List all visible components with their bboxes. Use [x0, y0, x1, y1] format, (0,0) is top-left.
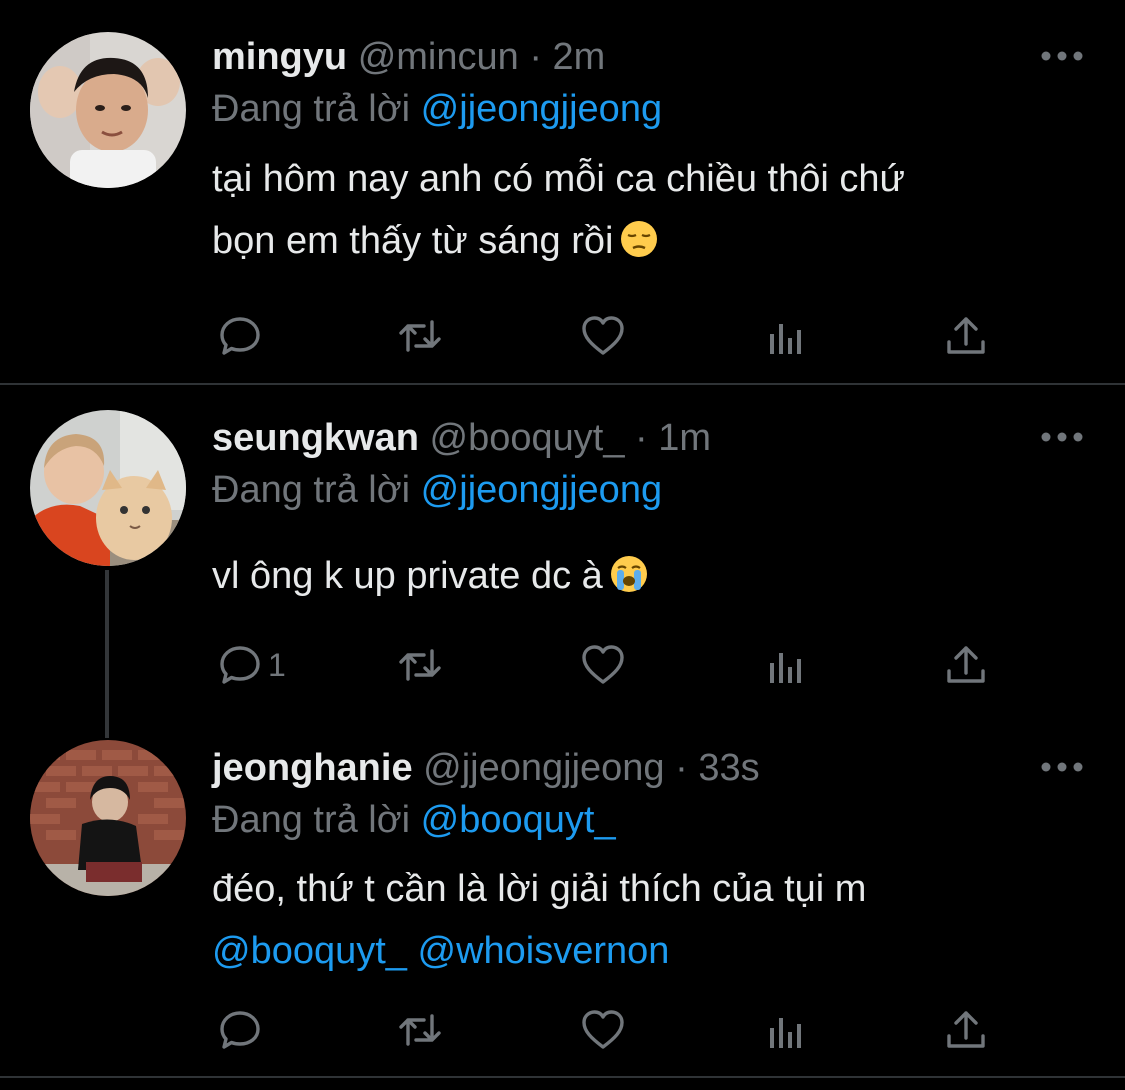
pensive-face-icon [621, 221, 658, 257]
analytics-icon [770, 1018, 801, 1048]
reply-icon [220, 1011, 260, 1049]
mention-link[interactable]: @jjeongjjeong [421, 88, 662, 130]
more-options-icon[interactable] [1040, 759, 1084, 775]
handle[interactable]: @mincun [358, 36, 519, 78]
display-name[interactable]: seungkwan [212, 417, 419, 459]
more-options-icon[interactable] [1040, 429, 1084, 445]
tweet-text-line: bọn em thấy từ sáng rồi [212, 210, 905, 272]
retweet-icon [399, 320, 441, 352]
share-button[interactable] [942, 640, 990, 690]
mention-link[interactable]: @whoisvernon [418, 930, 670, 972]
replying-to: Đang trả lời @booquyt_ [212, 795, 616, 845]
timestamp[interactable]: 33s [698, 747, 759, 789]
mention-link[interactable]: @jjeongjjeong [421, 469, 662, 511]
timestamp[interactable]: 1m [658, 417, 711, 459]
reply-button[interactable] [216, 311, 268, 361]
handle[interactable]: @booquyt_ [430, 417, 625, 459]
reply-icon [220, 646, 260, 684]
share-icon [947, 317, 985, 354]
heart-icon [582, 645, 624, 684]
retweet-icon [399, 649, 441, 681]
reply-count: 1 [268, 646, 286, 683]
tweet-text-line: vl ông k up private dc à [212, 545, 649, 607]
tweet-header: mingyu @mincun · 2m [212, 32, 605, 82]
replying-to: Đang trả lời @jjeongjjeong [212, 465, 662, 515]
retweet-button[interactable] [396, 311, 444, 361]
heart-icon [582, 1010, 624, 1049]
tweet-text-line: @booquyt_ @whoisvernon [212, 920, 866, 982]
tweet-actions [212, 311, 1002, 361]
mention-link[interactable]: @booquyt_ [421, 799, 616, 841]
analytics-button[interactable] [762, 640, 810, 690]
replying-to-label: Đang trả lời [212, 469, 411, 511]
tweet-header: jeonghanie @jjeongjjeong · 33s [212, 743, 760, 793]
tweet-mingyu[interactable]: mingyu @mincun · 2m Đang trả lời @jjeong… [0, 0, 1125, 384]
analytics-button[interactable] [762, 1005, 810, 1055]
more-options-icon[interactable] [1040, 48, 1084, 64]
share-icon [947, 1011, 985, 1048]
reply-button[interactable]: 1 [216, 640, 286, 690]
divider [0, 1076, 1125, 1078]
retweet-button[interactable] [396, 640, 444, 690]
avatar[interactable] [30, 740, 186, 896]
avatar[interactable] [30, 32, 186, 188]
retweet-icon [399, 1014, 441, 1046]
replying-to-label: Đang trả lời [212, 799, 411, 841]
tweet-actions [212, 1005, 1002, 1055]
share-button[interactable] [942, 1005, 990, 1055]
replying-to-label: Đang trả lời [212, 88, 411, 130]
timestamp[interactable]: 2m [553, 36, 606, 78]
separator: · [675, 747, 688, 789]
like-button[interactable] [579, 1005, 627, 1055]
separator: · [529, 36, 542, 78]
tweet-text: đéo, thứ t cần là lời giải thích của tụi… [212, 858, 866, 982]
tweet-jeonghanie[interactable]: jeonghanie @jjeongjjeong · 33s Đang trả … [0, 735, 1125, 1075]
analytics-button[interactable] [762, 311, 810, 361]
share-button[interactable] [942, 311, 990, 361]
mention-link[interactable]: @booquyt_ [212, 930, 407, 972]
like-button[interactable] [579, 640, 627, 690]
loudly-crying-face-icon [610, 556, 647, 592]
retweet-button[interactable] [396, 1005, 444, 1055]
analytics-icon [770, 653, 801, 683]
tweet-text: vl ông k up private dc à [212, 545, 649, 607]
reply-button[interactable] [216, 1005, 268, 1055]
tweet-header: seungkwan @booquyt_ · 1m [212, 413, 711, 463]
tweet-text: tại hôm nay anh có mỗi ca chiều thôi chứ… [212, 148, 905, 272]
replying-to: Đang trả lời @jjeongjjeong [212, 84, 662, 134]
handle[interactable]: @jjeongjjeong [423, 747, 664, 789]
display-name[interactable]: jeonghanie [212, 747, 413, 789]
tweet-text-line: đéo, thứ t cần là lời giải thích của tụi… [212, 868, 867, 910]
separator: · [635, 417, 648, 459]
tweet-text-line: tại hôm nay anh có mỗi ca chiều thôi chứ [212, 158, 905, 200]
avatar[interactable] [30, 410, 186, 566]
display-name[interactable]: mingyu [212, 36, 347, 78]
tweet-actions: 1 [212, 640, 1002, 690]
like-button[interactable] [579, 311, 627, 361]
heart-icon [582, 316, 624, 355]
share-icon [947, 646, 985, 683]
tweet-seungkwan[interactable]: seungkwan @booquyt_ · 1m Đang trả lời @j… [0, 385, 1125, 735]
reply-icon [220, 317, 260, 355]
analytics-icon [770, 324, 801, 354]
